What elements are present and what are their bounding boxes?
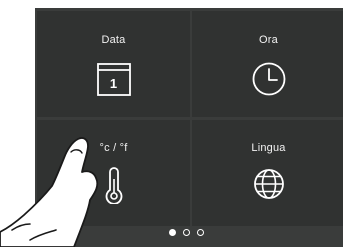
tile-time-label: Ora [259, 34, 278, 46]
page-dot-1[interactable] [168, 229, 176, 236]
tile-date-label: Data [101, 34, 126, 46]
page-indicator [32, 229, 340, 241]
device-illustration: Data 1 Ora °c / °f Lingua [0, 0, 343, 247]
tile-language[interactable]: Lingua [192, 120, 343, 226]
page-dot-3[interactable] [196, 229, 204, 236]
globe-icon [249, 164, 289, 204]
tile-temperature-unit[interactable]: °c / °f [37, 120, 190, 226]
tile-date[interactable]: Data 1 [37, 11, 190, 117]
clock-icon [249, 59, 289, 99]
settings-screen: Data 1 Ora °c / °f Lingua [35, 8, 343, 247]
tile-language-label: Lingua [251, 142, 286, 154]
page-dot-2[interactable] [182, 229, 190, 236]
tile-temperature-unit-label: °c / °f [99, 142, 128, 154]
calendar-day-number: 1 [109, 76, 118, 91]
thermometer-icon [94, 164, 134, 204]
tile-time[interactable]: Ora [192, 11, 343, 117]
settings-grid: Data 1 Ora °c / °f Lingua [35, 8, 343, 227]
calendar-icon: 1 [94, 59, 134, 99]
